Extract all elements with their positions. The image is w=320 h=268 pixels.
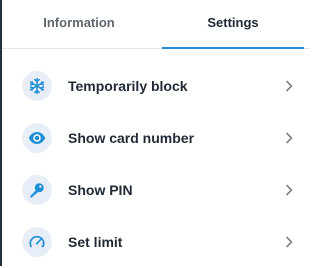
snowflake-icon	[22, 71, 52, 101]
settings-action-list: Temporarily block Show card number Show …	[2, 60, 310, 268]
action-set-limit[interactable]: Set limit	[2, 216, 310, 268]
action-show-pin[interactable]: Show PIN	[2, 164, 310, 216]
chevron-right-icon	[284, 80, 294, 92]
speedometer-icon	[22, 227, 52, 257]
tab-settings[interactable]: Settings	[156, 0, 310, 49]
action-label: Set limit	[68, 234, 123, 250]
action-show-card-number[interactable]: Show card number	[2, 112, 310, 164]
action-label: Show PIN	[68, 182, 133, 198]
eye-icon	[22, 123, 52, 153]
chevron-right-icon	[284, 236, 294, 248]
chevron-right-icon	[284, 184, 294, 196]
action-temporarily-block[interactable]: Temporarily block	[2, 60, 310, 112]
tab-information[interactable]: Information	[2, 0, 156, 48]
action-label: Temporarily block	[68, 78, 188, 94]
card-tabs: Information Settings	[2, 0, 310, 49]
chevron-right-icon	[284, 132, 294, 144]
action-label: Show card number	[68, 130, 195, 146]
key-icon	[22, 175, 52, 205]
